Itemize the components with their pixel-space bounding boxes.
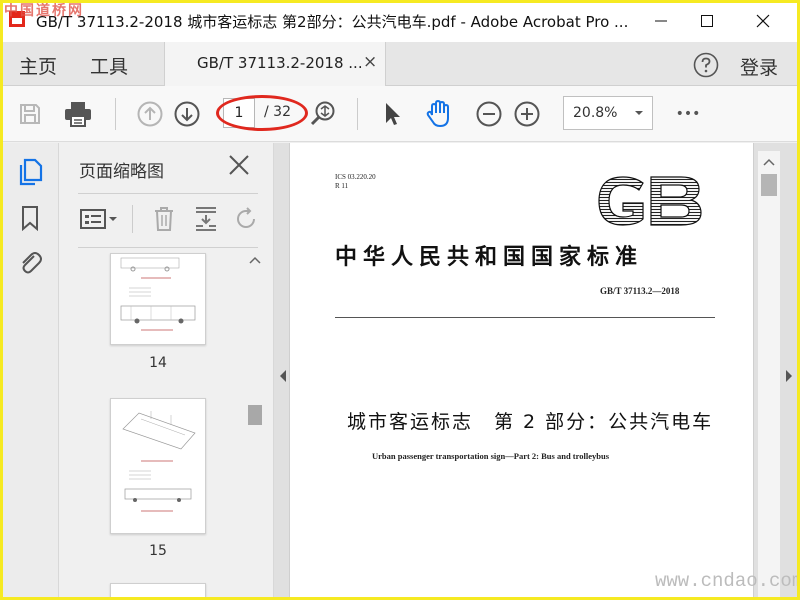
document-title-en: Urban passenger transportation sign—Part… <box>372 451 610 461</box>
thumbnail-scrollbar[interactable] <box>246 251 264 597</box>
panel-title: 页面缩略图 <box>79 162 164 182</box>
thumbnail-page-number: 14 <box>149 355 167 371</box>
standard-number: GB/T 37113.2—2018 <box>600 286 680 296</box>
thumbnail-page-number: 15 <box>149 543 167 559</box>
bookmarks-button[interactable] <box>15 203 45 233</box>
more-tools-button[interactable]: ••• <box>672 100 704 128</box>
arrow-down-circle-icon <box>174 101 200 127</box>
window-titlebar[interactable]: GB/T 37113.2-2018 城市客运标志 第2部分：公共汽电车.pdf … <box>0 0 800 42</box>
page-thumbnail[interactable] <box>110 253 206 345</box>
zoom-search-icon <box>310 101 335 126</box>
page-thumbnail[interactable] <box>110 583 206 597</box>
bookmark-icon <box>22 206 38 231</box>
tools-menu[interactable]: 工具 <box>90 52 128 79</box>
ics-code: ICS 03.220.20 <box>335 173 376 181</box>
next-page-button[interactable] <box>173 100 201 128</box>
menu-tab-bar: 主页 工具 GB/T 37113.2-2018 ... × 登录 <box>0 42 800 86</box>
options-menu-icon <box>80 209 117 229</box>
document-tab-label: GB/T 37113.2-2018 ... <box>197 54 363 72</box>
pdf-page: ICS 03.220.20 R 11 中华人民共和国国家标准 GB/T 3711… <box>289 143 754 597</box>
main-toolbar: ••• <box>0 86 800 142</box>
site-watermark: 中国道桥网 <box>4 3 84 19</box>
scrollbar-track <box>761 158 777 196</box>
help-icon[interactable] <box>693 52 719 78</box>
save-icon <box>20 104 40 124</box>
arrow-up-circle-icon <box>137 101 163 127</box>
extract-pages-icon <box>196 207 216 231</box>
thumbnail-drawing <box>122 411 196 512</box>
panel-toolbar-divider <box>132 205 133 233</box>
zoom-in-button[interactable] <box>513 100 541 128</box>
close-window-button[interactable] <box>740 0 786 42</box>
maximize-button[interactable] <box>684 0 730 42</box>
print-icon <box>65 102 91 127</box>
gb-logo <box>598 176 702 226</box>
page-thumbnails-button[interactable] <box>15 157 45 187</box>
page-number-input[interactable]: 1 <box>223 98 255 128</box>
page-total-label: / 32 <box>264 104 291 120</box>
minimize-button[interactable] <box>638 0 684 42</box>
attachments-button[interactable] <box>15 247 45 277</box>
rotate-pages-button[interactable] <box>232 205 260 233</box>
zoom-level-select[interactable]: 20.8% <box>563 96 653 130</box>
home-menu[interactable]: 主页 <box>19 52 57 79</box>
rotate-icon <box>237 207 255 228</box>
trash-icon <box>155 207 173 231</box>
thumbnail-drawing <box>120 257 196 331</box>
page-thumbnail[interactable] <box>110 398 206 534</box>
panel-divider <box>78 193 258 194</box>
scrollbar-track <box>248 256 262 425</box>
minimize-icon <box>655 20 667 22</box>
hand-icon <box>426 99 449 128</box>
document-scrollbar[interactable] <box>758 151 780 597</box>
maximize-icon <box>701 15 713 27</box>
pointer-arrow-icon <box>386 103 400 125</box>
navigation-rail <box>3 143 59 597</box>
thumbnail-options-button[interactable] <box>80 205 118 233</box>
close-icon[interactable] <box>227 153 251 177</box>
toolbar-divider <box>115 98 116 130</box>
classification-code: R 11 <box>335 182 349 190</box>
thumbnail-panel: 页面缩略图 14 15 <box>60 143 274 597</box>
national-standard-heading: 中华人民共和国国家标准 <box>335 244 644 270</box>
hand-tool-button[interactable] <box>426 99 454 128</box>
extract-pages-button[interactable] <box>192 205 220 233</box>
minus-circle-icon <box>476 101 502 127</box>
url-watermark: www.cndao.com <box>655 570 800 592</box>
document-rule <box>335 317 715 318</box>
login-link[interactable]: 登录 <box>740 53 778 80</box>
zoom-value: 20.8% <box>573 105 618 121</box>
close-icon <box>756 14 770 28</box>
print-button[interactable] <box>64 100 92 128</box>
save-button[interactable] <box>16 100 44 128</box>
zoom-out-button[interactable] <box>475 100 503 128</box>
plus-circle-icon <box>514 101 540 127</box>
tab-close-button[interactable]: × <box>363 52 377 72</box>
ics-code-block: ICS 03.220.20 R 11 <box>335 173 376 191</box>
window-title: GB/T 37113.2-2018 城市客运标志 第2部分：公共汽电车.pdf … <box>36 13 629 31</box>
zoom-marquee-button[interactable] <box>309 100 337 128</box>
delete-pages-button[interactable] <box>150 205 178 233</box>
pages-icon <box>19 158 43 186</box>
document-viewer[interactable]: ICS 03.220.20 R 11 中华人民共和国国家标准 GB/T 3711… <box>274 143 797 597</box>
select-tool-button[interactable] <box>378 100 406 128</box>
chevron-down-icon <box>635 111 643 115</box>
document-title-cn: 城市客运标志 第 2 部分：公共汽电车 <box>347 411 714 433</box>
collapse-right-icon[interactable] <box>784 369 794 383</box>
toolbar-divider <box>357 98 358 130</box>
paperclip-icon <box>22 252 42 274</box>
panel-divider <box>78 247 258 248</box>
previous-page-button[interactable] <box>136 100 164 128</box>
document-tab[interactable]: GB/T 37113.2-2018 ... × <box>164 42 386 86</box>
collapse-left-icon[interactable] <box>278 369 288 383</box>
